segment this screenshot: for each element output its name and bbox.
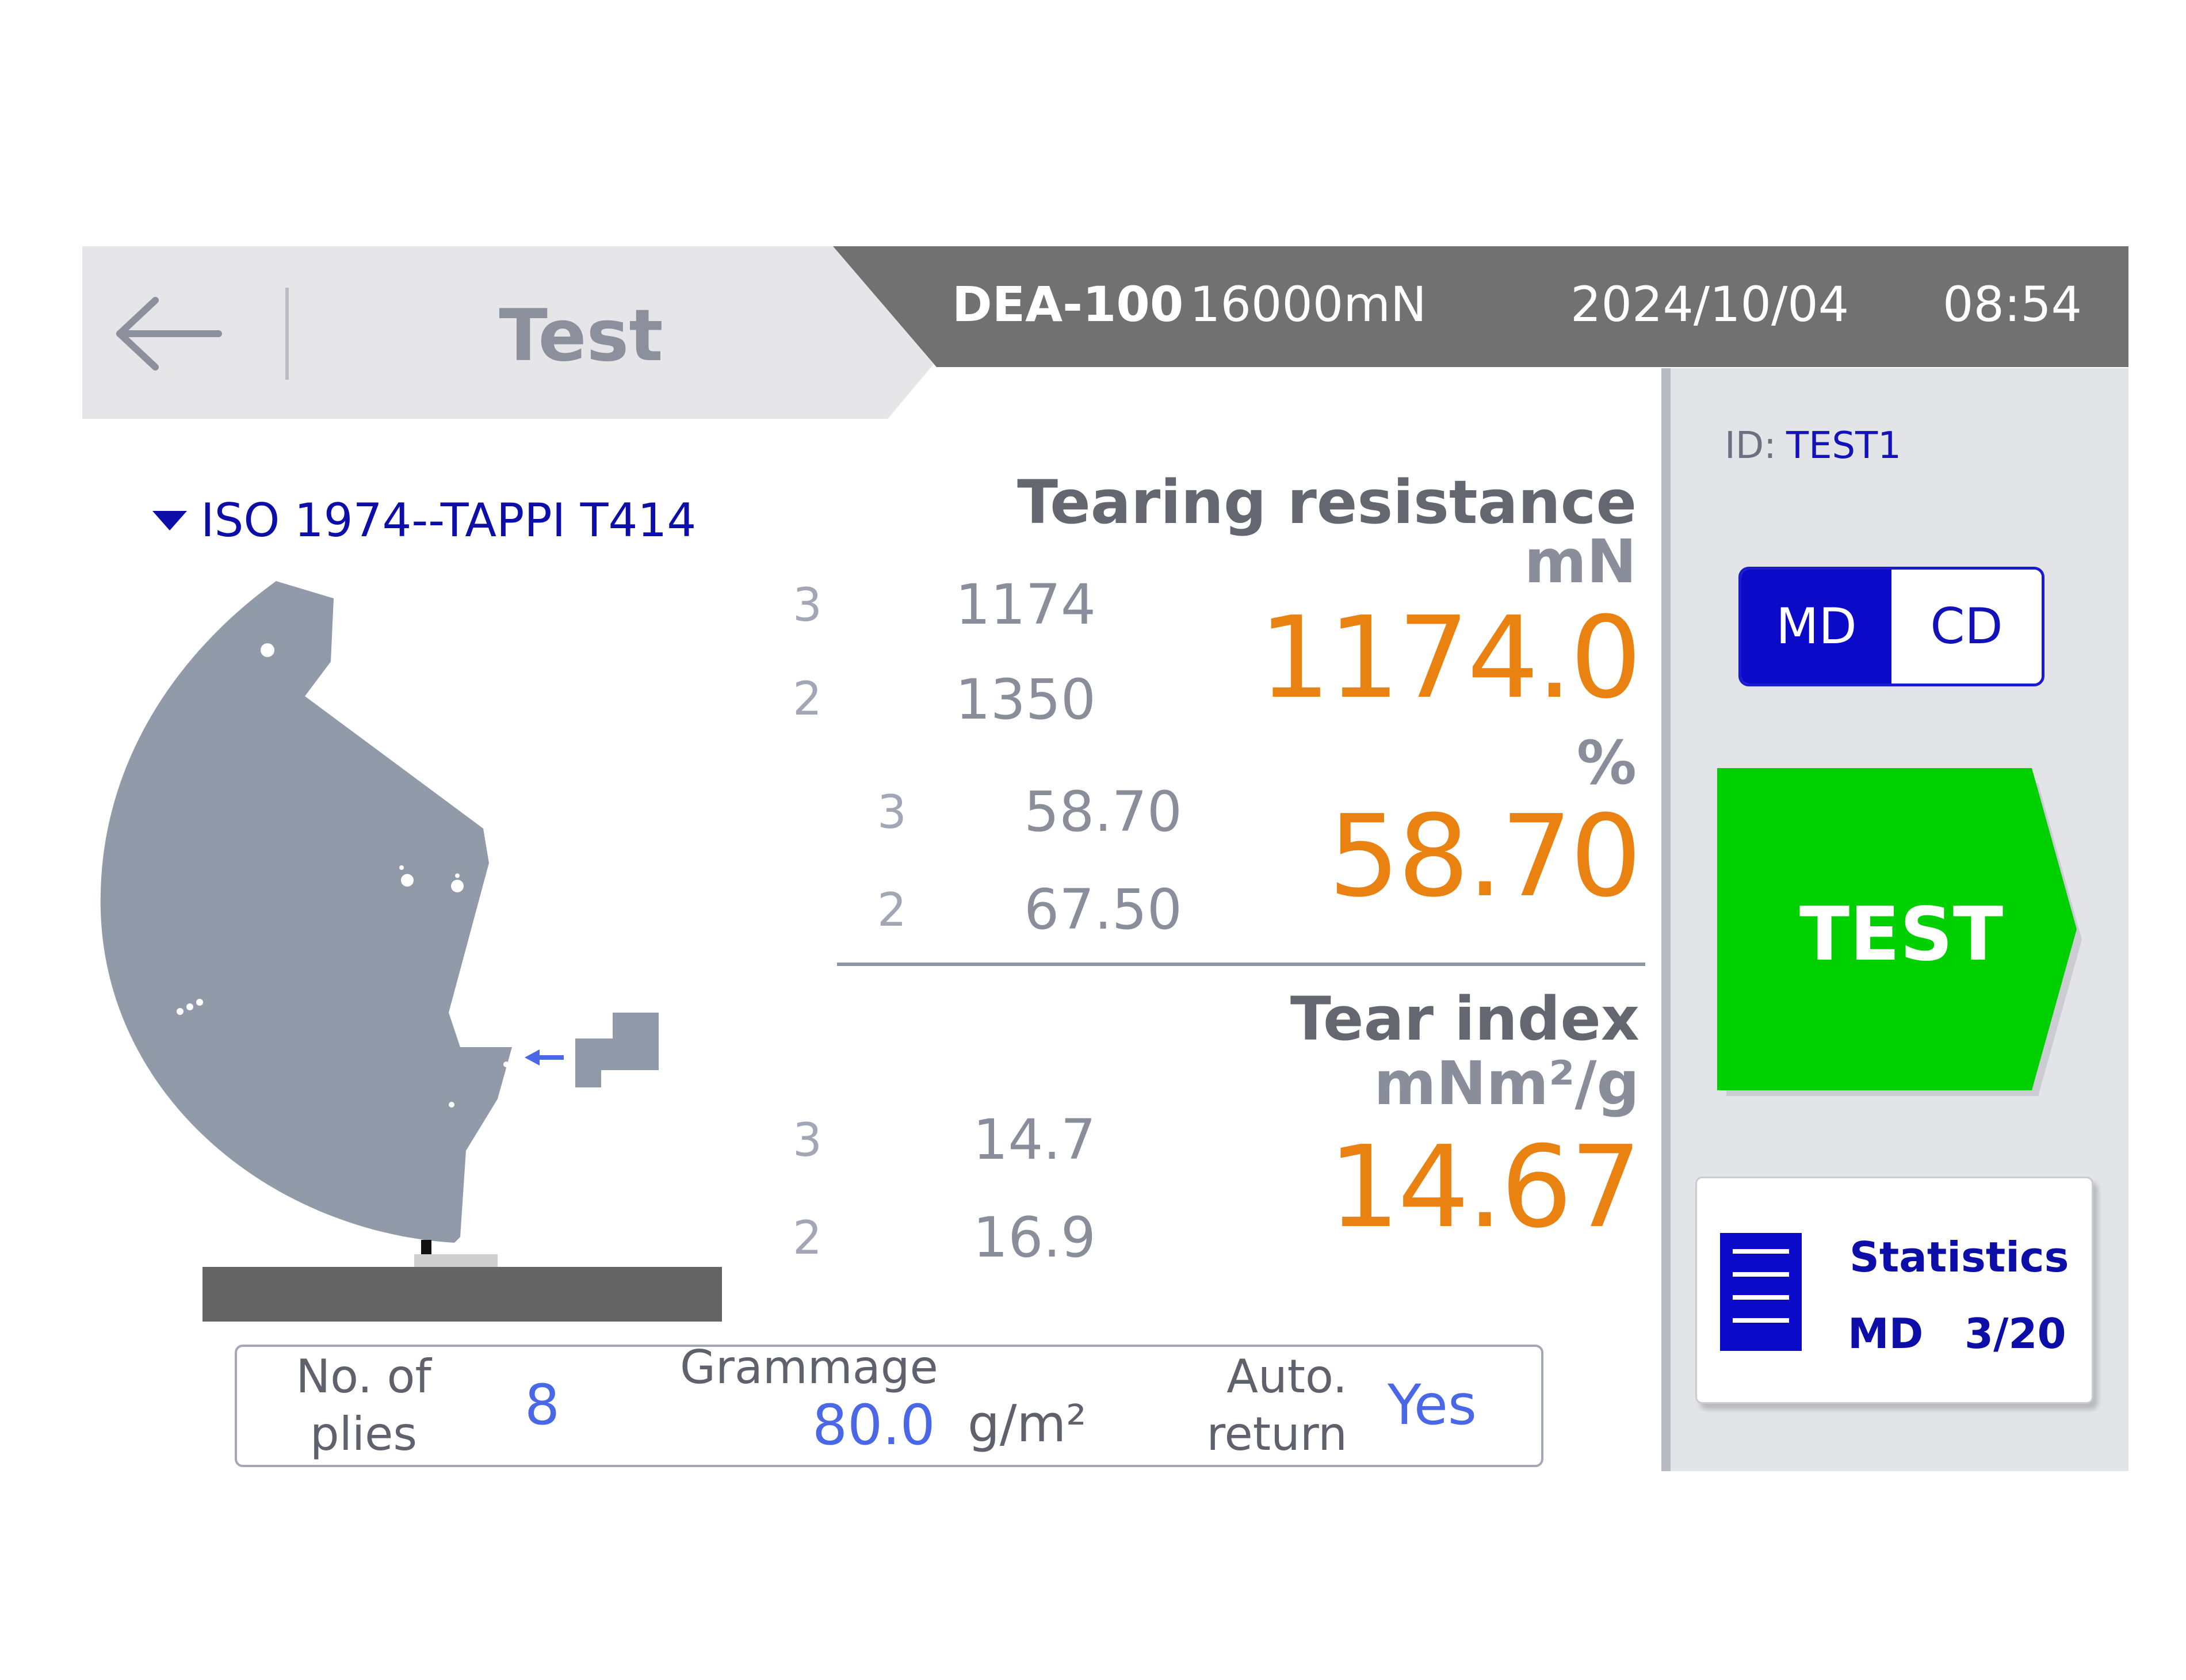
history-index: 2 (793, 1211, 822, 1265)
history-index: 3 (793, 578, 822, 632)
test-button-label: TEST (1799, 892, 2004, 978)
right-panel-edge (1661, 368, 1671, 1471)
tearing-resistance-unit: mN (1524, 526, 1637, 597)
plies-label-line2: plies (309, 1407, 418, 1461)
direction-toggle: MD CD (1738, 567, 2044, 686)
tear-index-title: Tear index (1290, 984, 1640, 1054)
percent-unit: % (1576, 728, 1637, 798)
history-value: 58.70 (1024, 780, 1182, 844)
history-index: 3 (877, 785, 907, 839)
auto-return-value[interactable]: Yes (1388, 1373, 1477, 1437)
dropdown-triangle-icon (152, 510, 187, 530)
back-button[interactable] (109, 288, 230, 380)
back-arrow-icon (116, 297, 222, 371)
test-parameters-panel: No. of plies 8 Grammage 80.0 g/m² Auto. … (235, 1341, 1543, 1467)
device-model: DEA-100 (952, 276, 1184, 333)
auto-return-label-line2: return (1206, 1407, 1347, 1461)
statistics-button[interactable]: Statistics MD 3/20 (1695, 1177, 2093, 1404)
plies-label: No. of plies (289, 1348, 438, 1463)
md-toggle-button[interactable]: MD (1741, 570, 1891, 684)
sample-id-label: ID: (1725, 425, 1776, 467)
grammage-label: Grammage (680, 1341, 938, 1394)
header-time: 08:54 (1943, 276, 2082, 333)
cd-toggle-button[interactable]: CD (1891, 570, 2042, 684)
sample-id-value[interactable]: TEST1 (1786, 425, 1901, 467)
tear-index-value: 14.67 (1328, 1122, 1642, 1253)
list-icon (1720, 1233, 1802, 1351)
grammage-value[interactable]: 80.0 (812, 1393, 935, 1457)
history-value: 16.9 (973, 1205, 1096, 1270)
grammage-unit: g/m² (968, 1394, 1087, 1453)
pendulum-sector (100, 581, 512, 1243)
test-button[interactable]: TEST (1717, 768, 2094, 1102)
header-divider (285, 288, 289, 380)
plies-label-line1: No. of (296, 1350, 431, 1403)
history-index: 2 (793, 672, 822, 726)
statistics-title: Statistics (1849, 1233, 2069, 1281)
auto-return-label: Auto. return (1175, 1348, 1347, 1463)
history-value: 1174 (955, 572, 1096, 637)
history-value: 67.50 (1024, 877, 1182, 942)
section-divider (837, 963, 1645, 966)
standard-label: ISO 1974--TAPPI T414 (201, 494, 697, 547)
clamp-jaw (575, 1013, 659, 1087)
device-load-capacity: 16000mN (1190, 276, 1427, 333)
statistics-count: 3/20 (1965, 1309, 2066, 1358)
tear-index-unit: mNm²/g (1374, 1048, 1640, 1118)
pendulum-illustration (92, 570, 725, 1329)
auto-return-label-line1: Auto. (1226, 1350, 1347, 1403)
history-index: 2 (877, 883, 907, 937)
history-value: 14.7 (973, 1108, 1096, 1172)
plies-value[interactable]: 8 (525, 1373, 560, 1437)
page-title: Test (499, 295, 663, 377)
header-date: 2024/10/04 (1570, 276, 1849, 333)
standard-selector[interactable]: ISO 1974--TAPPI T414 (152, 494, 696, 547)
percent-value: 58.70 (1328, 791, 1642, 922)
statistics-mode: MD (1848, 1309, 1924, 1358)
history-value: 1350 (955, 667, 1096, 732)
history-index: 3 (793, 1113, 822, 1167)
tearing-resistance-value: 1174.0 (1259, 593, 1642, 724)
